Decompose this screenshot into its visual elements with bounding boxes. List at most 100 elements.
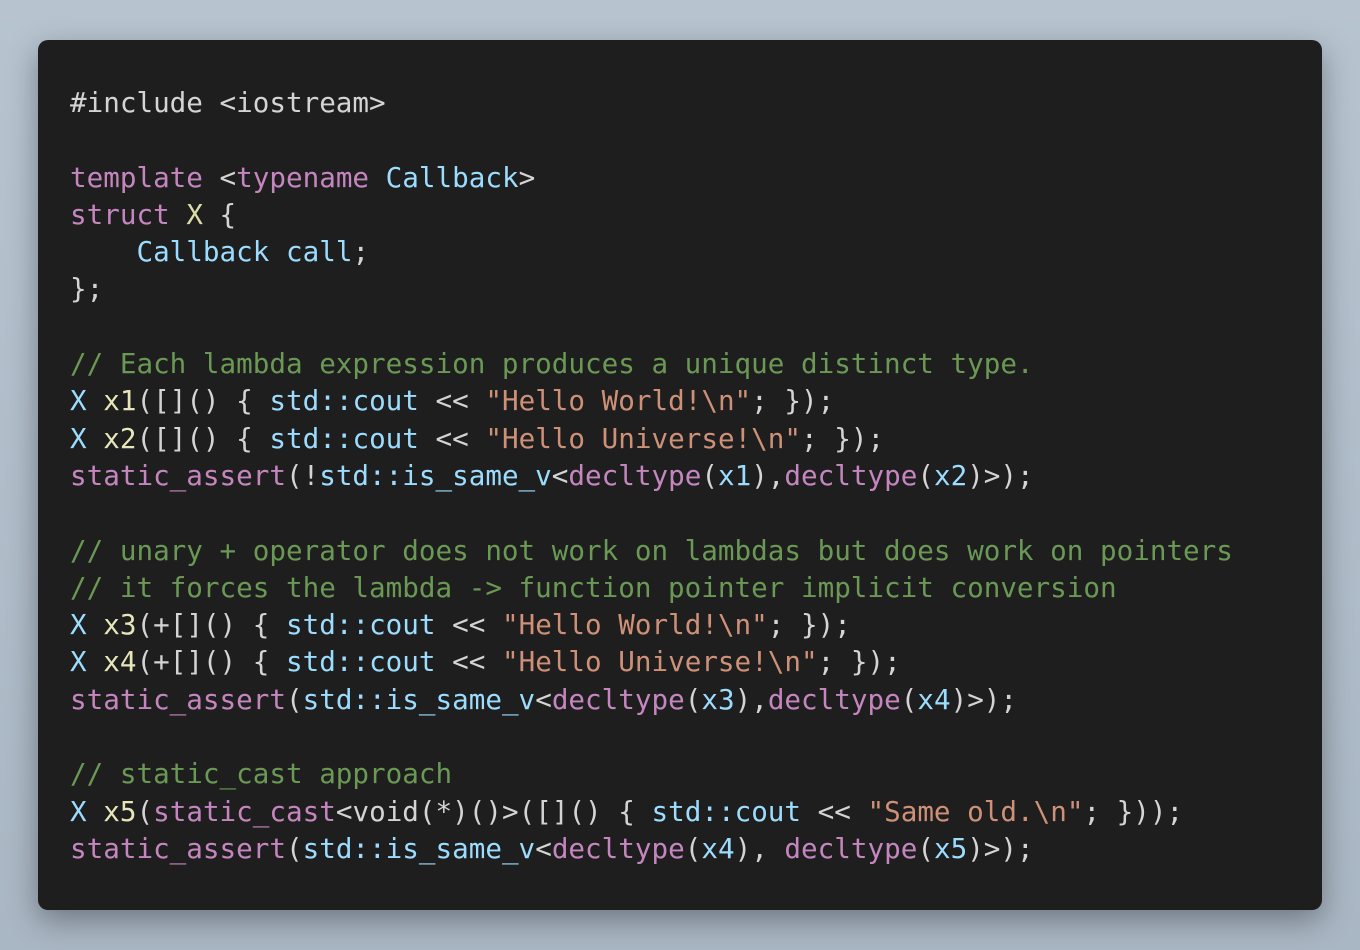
code-token: // it forces the lambda -> function poin…: [70, 570, 1117, 604]
code-token: decltype: [551, 682, 685, 716]
code-token: std::cout: [269, 421, 419, 455]
code-line: #include <iostream>: [70, 84, 1322, 121]
code-line: // static_cast approach: [70, 755, 1322, 792]
code-token: x4: [103, 645, 137, 679]
code-token: static_cast: [153, 794, 336, 828]
code-token: <: [535, 682, 552, 716]
code-token: )>);: [950, 682, 1018, 716]
code-token: {: [202, 197, 237, 231]
code-token: decltype: [784, 831, 918, 865]
code-token: Callback: [136, 235, 270, 269]
code-token: x1: [717, 458, 752, 492]
code-line: static_assert(std::is_same_v<decltype(x3…: [70, 681, 1322, 718]
code-token: )>);: [967, 458, 1034, 492]
code-token: ; });: [751, 384, 835, 418]
code-token: // Each lambda expression produces a uni…: [70, 347, 1034, 381]
code-token: "Hello World!\n": [501, 608, 768, 642]
code-token: ; }));: [1083, 794, 1184, 828]
code-token: (+[]() {: [136, 608, 286, 642]
code-line: static_assert(std::is_same_v<decltype(x4…: [70, 830, 1322, 867]
code-token: ),: [751, 458, 785, 492]
code-token: ;: [352, 235, 370, 269]
code-token: x1: [103, 384, 137, 418]
code-token: X: [70, 608, 87, 642]
code-token: (: [285, 831, 303, 865]
code-token: std::cout: [286, 608, 436, 642]
code-token: <<: [435, 608, 502, 642]
code-line: Callback call;: [70, 233, 1322, 270]
code-token: )>);: [967, 831, 1034, 865]
code-line: X x5(static_cast<void(*)()>([]() { std::…: [70, 793, 1322, 830]
code-token: "Same old.\n": [867, 794, 1084, 828]
code-token: decltype: [568, 458, 702, 492]
code-token: };: [70, 272, 104, 306]
code-token: X: [70, 794, 87, 828]
code-line: };: [70, 270, 1322, 307]
code-token: ([]() {: [136, 421, 270, 455]
code-block[interactable]: #include <iostream> template <typename Ca…: [70, 84, 1322, 867]
code-token: std::cout: [286, 645, 436, 679]
code-token: <void(*)()>([]() {: [335, 794, 652, 828]
code-token: static_assert: [70, 682, 286, 716]
code-token: std::cout: [651, 794, 802, 828]
code-token: // unary + operator does not work on lam…: [70, 533, 1233, 567]
code-token: #include <iostream>: [70, 86, 386, 119]
code-line: // Each lambda expression produces a uni…: [70, 345, 1322, 382]
code-token: (: [701, 458, 718, 492]
code-token: "Hello World!\n": [485, 384, 752, 418]
code-line: struct X {: [70, 196, 1322, 233]
code-line: X x2([]() { std::cout << "Hello Universe…: [70, 420, 1322, 457]
code-token: "Hello Universe!\n": [485, 421, 802, 455]
code-token: <: [535, 831, 552, 865]
code-token: X: [70, 645, 87, 679]
code-token: std::is_same_v: [319, 458, 552, 492]
code-token: typename: [236, 160, 370, 194]
code-token: (: [917, 458, 934, 492]
code-token: x5: [933, 831, 968, 865]
code-token: x2: [103, 421, 137, 455]
code-line: // unary + operator does not work on lam…: [70, 532, 1322, 569]
code-token: X: [70, 384, 87, 418]
code-line: // it forces the lambda -> function poin…: [70, 569, 1322, 606]
code-token: X: [186, 197, 203, 231]
code-token: x3: [701, 682, 735, 716]
code-token: <<: [418, 384, 486, 418]
code-token: std::is_same_v: [302, 682, 536, 716]
code-token: static_assert: [70, 831, 286, 865]
code-token: ; });: [817, 645, 901, 679]
code-line: static_assert(!std::is_same_v<decltype(x…: [70, 457, 1322, 494]
code-token: "Hello Universe!\n": [501, 645, 818, 679]
code-token: <<: [801, 794, 868, 828]
code-token: x2: [933, 458, 968, 492]
code-token: // static_cast approach: [70, 757, 453, 791]
code-line: X x1([]() { std::cout << "Hello World!\n…: [70, 382, 1322, 419]
code-token: >: [518, 160, 536, 194]
code-token: x3: [103, 608, 137, 642]
code-token: (: [136, 794, 154, 828]
code-token: x5: [103, 794, 137, 828]
code-token: <<: [435, 645, 502, 679]
code-token: (: [285, 682, 303, 716]
code-token: (: [684, 682, 702, 716]
code-token: decltype: [767, 682, 901, 716]
code-token: ; });: [767, 608, 851, 642]
code-token: ),: [734, 831, 785, 865]
code-token: (!: [285, 458, 320, 492]
code-window: #include <iostream> template <typename Ca…: [38, 40, 1322, 910]
code-token: static_assert: [70, 458, 286, 492]
code-token: decltype: [784, 458, 918, 492]
code-line: X x4(+[]() { std::cout << "Hello Univers…: [70, 643, 1322, 680]
code-token: ),: [734, 682, 768, 716]
code-token: <<: [418, 421, 486, 455]
